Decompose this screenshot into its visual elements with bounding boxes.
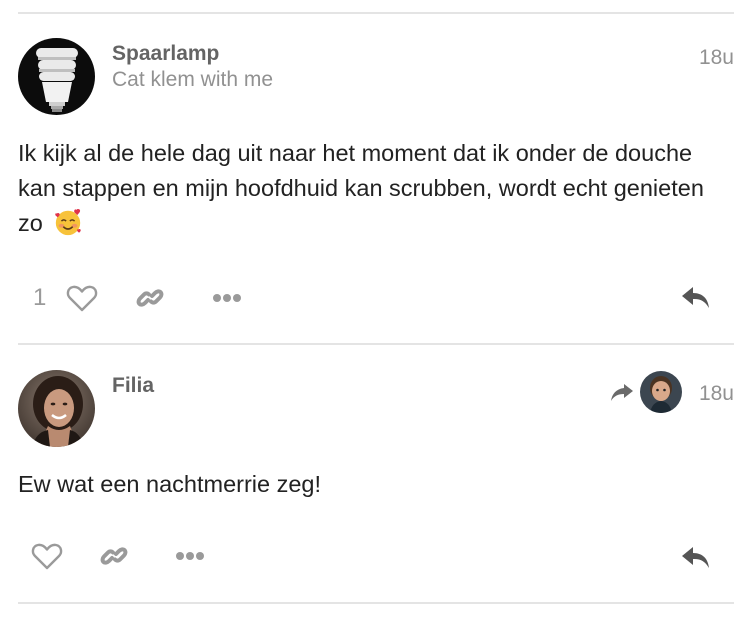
user-photo <box>640 371 682 413</box>
post-1-reply-button[interactable] <box>678 280 714 316</box>
smiling-face-with-hearts-icon <box>55 209 82 236</box>
reply-arrow-icon <box>611 384 633 401</box>
post-2-link-button[interactable] <box>96 538 132 574</box>
post-1-user-title: Cat klem with me <box>112 68 274 91</box>
post-2-reply-to[interactable] <box>610 371 682 413</box>
more-dots-icon <box>213 294 241 302</box>
post-1-more-button[interactable] <box>209 280 245 316</box>
post-2-reply-button[interactable] <box>678 540 714 576</box>
post-1-like-button[interactable] <box>64 280 100 316</box>
post-1-actions: 1 <box>0 280 750 320</box>
reply-icon <box>682 287 709 308</box>
reply-to-avatar[interactable] <box>640 371 682 413</box>
post-2-time[interactable]: 18u <box>699 382 734 406</box>
post-1-username[interactable]: Spaarlamp <box>112 42 219 66</box>
divider-bottom <box>18 602 734 604</box>
light-bulb-icon <box>18 38 95 115</box>
post-2-body: Ew wat een nachtmerrie zeg! <box>18 467 718 502</box>
link-icon <box>136 289 164 307</box>
post-1-text: Ik kijk al de hele dag uit naar het mome… <box>18 140 704 236</box>
more-dots-icon <box>176 552 204 560</box>
post-2-username[interactable]: Filia <box>112 374 154 398</box>
post-2-like-button[interactable] <box>29 538 65 574</box>
post-2-actions <box>0 538 750 578</box>
heart-icon <box>31 543 63 570</box>
post-2-avatar[interactable] <box>18 370 95 447</box>
user-photo <box>18 370 95 447</box>
reply-icon <box>682 547 709 568</box>
post-2-more-button[interactable] <box>172 538 208 574</box>
post-2-text: Ew wat een nachtmerrie zeg! <box>18 471 322 497</box>
post-1-time[interactable]: 18u <box>699 46 734 70</box>
divider-top <box>18 12 734 14</box>
link-icon <box>100 547 128 565</box>
post-1-body: Ik kijk al de hele dag uit naar het mome… <box>18 136 718 241</box>
post-1-like-count: 1 <box>33 284 47 311</box>
post-1-link-button[interactable] <box>132 280 168 316</box>
heart-icon <box>66 285 98 312</box>
post-1-avatar[interactable] <box>18 38 95 115</box>
divider-middle <box>18 343 734 345</box>
